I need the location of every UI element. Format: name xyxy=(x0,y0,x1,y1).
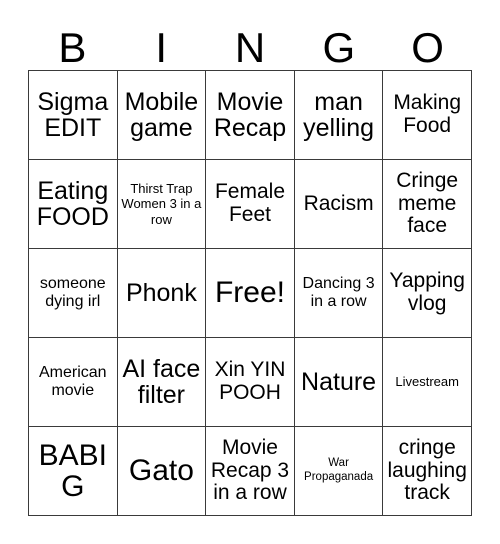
bingo-cell-label: Cringe meme face xyxy=(396,168,459,238)
bingo-cell-b3[interactable]: someone dying irl xyxy=(29,249,118,338)
bingo-cell-i3[interactable]: Phonk xyxy=(117,249,207,338)
bingo-grid: Sigma EDIT Mobile game Movie Recap man y… xyxy=(28,70,472,516)
bingo-cell-n5[interactable]: Movie Recap 3 in a row xyxy=(206,427,295,516)
bingo-header: B I N G O xyxy=(28,18,472,70)
bingo-cell-label: Dancing 3 in a row xyxy=(302,275,375,310)
bingo-row: Eating FOOD Thirst Trap Women 3 in a row… xyxy=(29,160,472,249)
bingo-cell-b5[interactable]: BABIG xyxy=(29,427,118,516)
bingo-cell-label: Movie Recap 3 in a row xyxy=(210,435,290,505)
bingo-cell-n4[interactable]: Xin YIN POOH xyxy=(206,338,295,427)
bingo-cell-b1[interactable]: Sigma EDIT xyxy=(29,71,118,160)
bingo-cell-label: Thirst Trap Women 3 in a row xyxy=(121,181,202,227)
bingo-cell-label: someone dying irl xyxy=(39,275,106,310)
bingo-cell-label: Making Food xyxy=(393,91,462,137)
bingo-cell-n1[interactable]: Movie Recap xyxy=(206,71,295,160)
bingo-cell-b4[interactable]: American movie xyxy=(29,338,118,427)
bingo-cell-label: Female Feet xyxy=(214,180,285,226)
bingo-cell-label: AI face filter xyxy=(122,354,201,409)
bingo-cell-i2[interactable]: Thirst Trap Women 3 in a row xyxy=(117,160,207,249)
bingo-cell-free[interactable]: Free! xyxy=(206,249,295,338)
bingo-cell-label: BABIG xyxy=(38,438,107,503)
bingo-cell-label: Mobile game xyxy=(124,87,199,142)
bingo-cell-g1[interactable]: man yelling xyxy=(294,71,384,160)
bingo-cell-label: American movie xyxy=(39,364,107,399)
bingo-row: someone dying irl Phonk Free! Dancing 3 … xyxy=(29,249,472,338)
bingo-cell-label: man yelling xyxy=(303,87,375,142)
bingo-cell-g2[interactable]: Racism xyxy=(294,160,384,249)
header-letter-o: O xyxy=(411,24,444,71)
bingo-row: BABIG Gato Movie Recap 3 in a row War Pr… xyxy=(29,427,472,516)
bingo-cell-label: cringe laughing track xyxy=(387,435,467,505)
header-letter-b: B xyxy=(58,24,87,71)
bingo-row: Sigma EDIT Mobile game Movie Recap man y… xyxy=(29,71,472,160)
bingo-cell-o1[interactable]: Making Food xyxy=(383,71,472,160)
bingo-cell-label: Livestream xyxy=(395,374,459,390)
bingo-card: B I N G O Sigma EDIT Mobile game Movie R… xyxy=(0,0,500,544)
header-letter-n: N xyxy=(234,24,266,71)
bingo-cell-label: Gato xyxy=(128,454,194,488)
bingo-cell-label: Free! xyxy=(214,276,285,310)
header-letter-i: I xyxy=(155,24,168,71)
bingo-cell-g5[interactable]: War Propaganada xyxy=(294,427,384,516)
bingo-cell-label: Phonk xyxy=(125,278,197,307)
bingo-cell-i1[interactable]: Mobile game xyxy=(117,71,207,160)
bingo-cell-label: Movie Recap xyxy=(213,87,287,142)
bingo-cell-g3[interactable]: Dancing 3 in a row xyxy=(294,249,384,338)
bingo-cell-o3[interactable]: Yapping vlog xyxy=(383,249,472,338)
bingo-cell-label: Racism xyxy=(303,191,374,215)
bingo-cell-label: Yapping vlog xyxy=(389,269,465,315)
bingo-cell-i5[interactable]: Gato xyxy=(117,427,207,516)
bingo-cell-label: Eating FOOD xyxy=(36,176,109,231)
bingo-cell-o2[interactable]: Cringe meme face xyxy=(383,160,472,249)
bingo-cell-label: War Propaganada xyxy=(304,457,374,483)
bingo-cell-label: Xin YIN POOH xyxy=(214,358,286,404)
bingo-row: American movie AI face filter Xin YIN PO… xyxy=(29,338,472,427)
bingo-cell-o5[interactable]: cringe laughing track xyxy=(383,427,472,516)
bingo-cell-label: Sigma EDIT xyxy=(37,87,109,142)
bingo-cell-o4[interactable]: Livestream xyxy=(383,338,472,427)
header-letter-g: G xyxy=(322,24,356,71)
bingo-cell-b2[interactable]: Eating FOOD xyxy=(29,160,118,249)
bingo-cell-n2[interactable]: Female Feet xyxy=(206,160,295,249)
bingo-cell-i4[interactable]: AI face filter xyxy=(117,338,207,427)
bingo-cell-label: Nature xyxy=(301,367,377,396)
bingo-cell-g4[interactable]: Nature xyxy=(294,338,384,427)
